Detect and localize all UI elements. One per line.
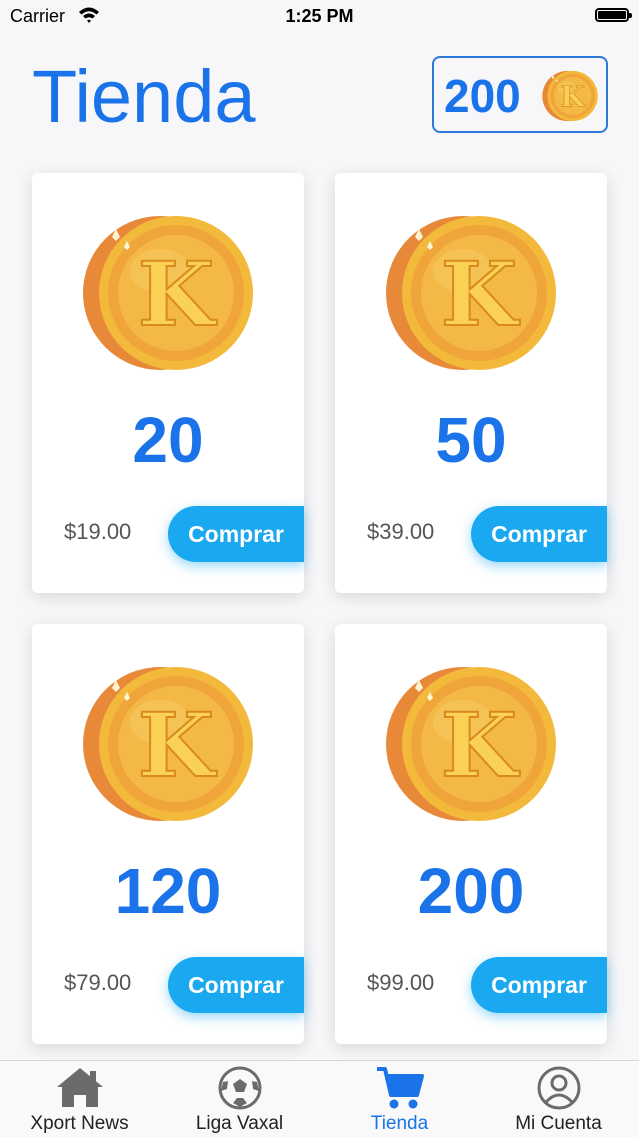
- tab-label: Tienda: [370, 1113, 429, 1134]
- coin-icon: [82, 213, 254, 373]
- tab-label: Mi Cuenta: [515, 1113, 602, 1134]
- coin-icon: [542, 68, 598, 124]
- status-time: 1:25 PM: [285, 6, 354, 26]
- user-circle-icon: [537, 1066, 580, 1110]
- status-bar: Carrier 1:25 PM: [0, 0, 639, 34]
- tab-bar: Xport News Liga Vaxal Tienda Mi Cuenta: [0, 1060, 639, 1137]
- coin-icon: [82, 664, 254, 824]
- home-icon: [56, 1068, 103, 1107]
- buy-button[interactable]: Comprar: [168, 957, 304, 1013]
- soccer-ball-icon: [218, 1066, 261, 1110]
- coin-icon: [385, 664, 557, 824]
- product-price: $39.00: [367, 519, 435, 544]
- coin-amount: 20: [132, 404, 204, 476]
- product-card: 120 $79.00 Comprar: [32, 624, 304, 1044]
- tab-label: Liga Vaxal: [195, 1113, 284, 1134]
- product-price: $99.00: [367, 970, 435, 995]
- product-price: $19.00: [64, 519, 132, 544]
- coin-icon: [385, 213, 557, 373]
- coin-balance[interactable]: 200: [432, 56, 608, 133]
- buy-button[interactable]: Comprar: [471, 957, 607, 1013]
- cart-icon: [376, 1067, 424, 1109]
- tab-mi-cuenta[interactable]: Mi Cuenta: [479, 1061, 638, 1137]
- product-card: 20 $19.00 Comprar: [32, 173, 304, 593]
- product-price: $79.00: [64, 970, 132, 995]
- balance-value: 200: [444, 70, 521, 122]
- battery-icon: [595, 8, 632, 22]
- tab-xport-news[interactable]: Xport News: [0, 1061, 159, 1137]
- page-title: Tienda: [32, 55, 256, 138]
- buy-button[interactable]: Comprar: [471, 506, 607, 562]
- tab-liga-vaxal[interactable]: Liga Vaxal: [160, 1061, 319, 1137]
- coin-amount: 200: [417, 855, 525, 927]
- tab-label: Xport News: [30, 1113, 129, 1134]
- buy-button[interactable]: Comprar: [168, 506, 304, 562]
- product-card: 50 $39.00 Comprar: [335, 173, 607, 593]
- coin-amount: 50: [435, 404, 507, 476]
- product-card: 200 $99.00 Comprar: [335, 624, 607, 1044]
- tab-tienda[interactable]: Tienda: [320, 1061, 479, 1137]
- coin-amount: 120: [114, 855, 222, 927]
